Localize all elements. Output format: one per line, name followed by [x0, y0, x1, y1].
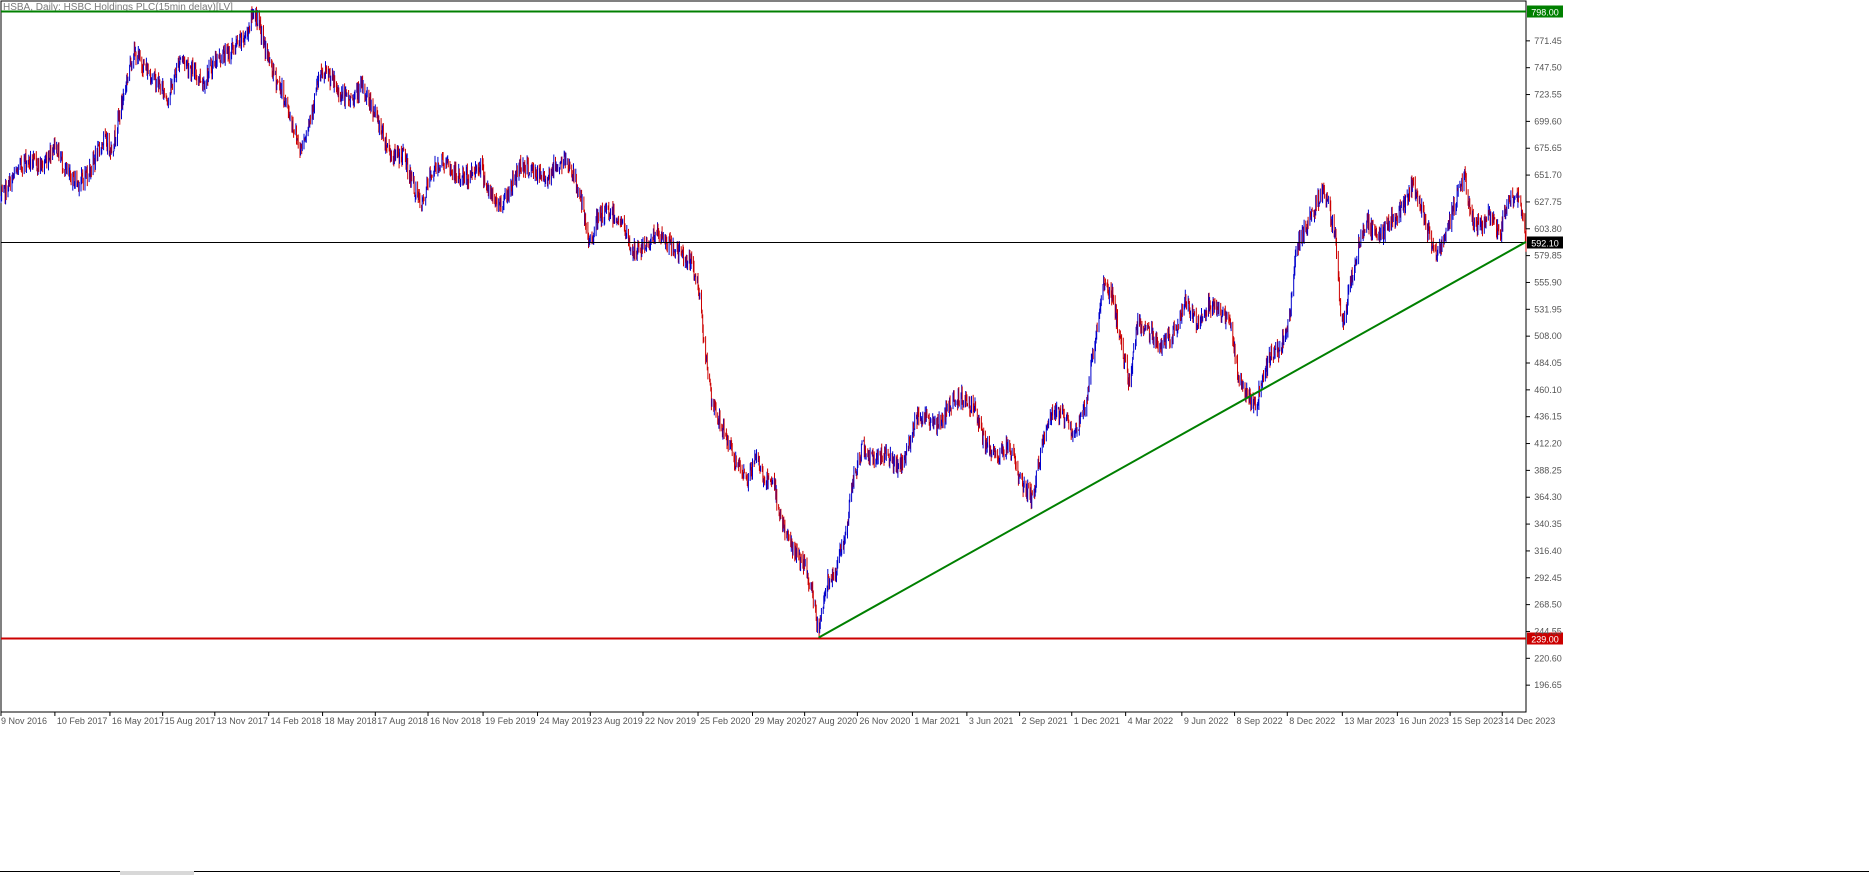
- y-tick-label: 436.15: [1534, 412, 1562, 422]
- trend-line: [818, 241, 1527, 639]
- x-tick-label: 8 Sep 2022: [1237, 716, 1283, 726]
- x-tick-label: 22 Nov 2019: [645, 716, 696, 726]
- y-tick-label: 555.90: [1534, 277, 1562, 287]
- chart-tab[interactable]: [120, 871, 194, 875]
- x-tick-label: 14 Dec 2023: [1504, 716, 1555, 726]
- x-tick-label: 10 Feb 2017: [57, 716, 108, 726]
- y-tick-label: 220.60: [1534, 653, 1562, 663]
- x-tick-label: 1 Dec 2021: [1074, 716, 1120, 726]
- y-tick-label: 579.85: [1534, 251, 1562, 261]
- y-tick-label: 699.60: [1534, 116, 1562, 126]
- y-tick-label: 723.55: [1534, 90, 1562, 100]
- y-tick-label: 484.05: [1534, 358, 1562, 368]
- x-tick-label: 25 Feb 2020: [700, 716, 751, 726]
- x-tick-label: 15 Sep 2023: [1452, 716, 1503, 726]
- y-tick-label: 196.65: [1534, 680, 1562, 690]
- x-tick-label: 17 Aug 2018: [377, 716, 428, 726]
- x-tick-label: 15 Aug 2017: [165, 716, 216, 726]
- x-tick-label: 16 Nov 2018: [430, 716, 481, 726]
- x-tick-label: 9 Nov 2016: [1, 716, 47, 726]
- x-tick-label: 9 Jun 2022: [1184, 716, 1229, 726]
- x-tick-label: 3 Jun 2021: [969, 716, 1014, 726]
- y-tick-label: 460.10: [1534, 385, 1562, 395]
- y-tick-label: 340.35: [1534, 519, 1562, 529]
- x-tick-label: 1 Mar 2021: [914, 716, 960, 726]
- x-tick-label: 8 Dec 2022: [1289, 716, 1335, 726]
- x-tick-label: 16 Jun 2023: [1399, 716, 1449, 726]
- x-tick-label: 13 Mar 2023: [1344, 716, 1395, 726]
- y-tick-label: 627.75: [1534, 197, 1562, 207]
- x-tick-label: 19 Feb 2019: [485, 716, 536, 726]
- y-tick-label: 508.00: [1534, 331, 1562, 341]
- level-price-label: 798.00: [1531, 8, 1559, 18]
- y-tick-label: 364.30: [1534, 492, 1562, 502]
- x-tick-label: 24 May 2019: [540, 716, 592, 726]
- y-tick-label: 292.45: [1534, 573, 1562, 583]
- y-tick-label: 675.65: [1534, 143, 1562, 153]
- y-tick-label: 244.55: [1534, 626, 1562, 636]
- x-tick-label: 2 Sep 2021: [1022, 716, 1068, 726]
- y-tick-label: 747.50: [1534, 63, 1562, 73]
- y-tick-label: 771.45: [1534, 36, 1562, 46]
- y-tick-label: 651.70: [1534, 170, 1562, 180]
- level-price-label: 592.10: [1531, 239, 1559, 249]
- y-tick-label: 316.40: [1534, 546, 1562, 556]
- y-tick-label: 268.50: [1534, 600, 1562, 610]
- x-tick-label: 29 May 2020: [754, 716, 806, 726]
- price-chart[interactable]: 798.00592.10239.00 771.45747.50723.55699…: [0, 0, 1869, 875]
- x-tick-label: 26 Nov 2020: [859, 716, 910, 726]
- y-tick-label: 412.20: [1534, 439, 1562, 449]
- x-tick-label: 14 Feb 2018: [271, 716, 322, 726]
- x-tick-label: 16 May 2017: [112, 716, 164, 726]
- x-tick-label: 23 Aug 2019: [592, 716, 643, 726]
- x-tick-label: 4 Mar 2022: [1128, 716, 1174, 726]
- x-tick-label: 13 Nov 2017: [217, 716, 268, 726]
- y-tick-label: 603.80: [1534, 224, 1562, 234]
- y-tick-label: 531.95: [1534, 304, 1562, 314]
- x-tick-label: 18 May 2018: [325, 716, 377, 726]
- x-tick-label: 27 Aug 2020: [807, 716, 858, 726]
- y-tick-label: 388.25: [1534, 465, 1562, 475]
- plot-border: [0, 0, 1527, 713]
